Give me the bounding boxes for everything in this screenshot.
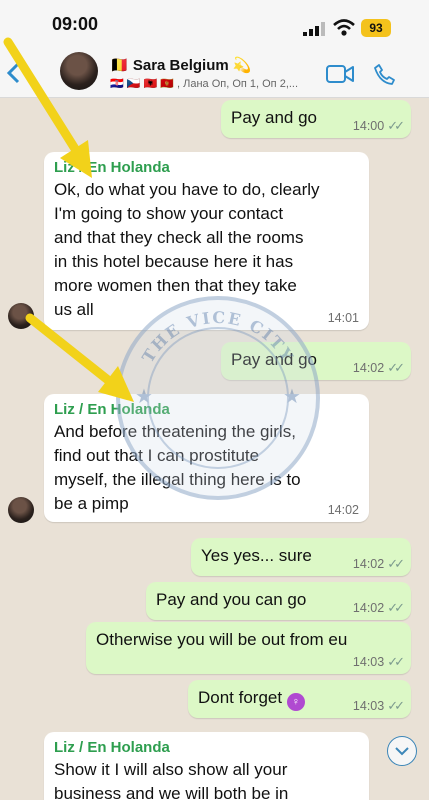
message-time: 14:03 ✓✓ (352, 654, 405, 670)
contact-subtitle[interactable]: 🇭🇷 🇨🇿 🇦🇱 🇲🇪 , Лана Оп, Оп 1, Оп 2,... (110, 77, 320, 90)
sender-avatar[interactable] (8, 497, 34, 523)
message-text: Pay and go (231, 108, 318, 127)
back-icon[interactable] (6, 62, 22, 84)
message-text: Otherwise you will be out from eu (96, 630, 348, 649)
chevron-down-icon (395, 746, 409, 755)
message-time: 14:02 ✓✓ (352, 600, 405, 616)
message-sender[interactable]: Liz / En Holanda (54, 738, 359, 758)
message-line: I'm going to show your contact (54, 204, 284, 223)
message-line: in this hotel because here it has (54, 252, 294, 271)
message-outgoing[interactable]: Dont forget ♀ 14:03 ✓✓ (188, 680, 411, 718)
shrug-emoji-icon: ♀ (286, 693, 305, 711)
contact-name[interactable]: 🇧🇪 Sara Belgium 💫 (110, 56, 252, 74)
wifi-icon (333, 19, 355, 36)
message-time: 14:02 ✓✓ (352, 360, 405, 376)
scroll-to-bottom-button[interactable] (387, 736, 417, 766)
message-incoming[interactable]: Liz / En Holanda Show it I will also sho… (44, 732, 369, 800)
message-time: 14:03 ✓✓ (352, 698, 405, 714)
message-line: business and we will both be in (54, 784, 289, 800)
message-outgoing[interactable]: Pay and you can go 14:02 ✓✓ (146, 582, 411, 620)
svg-text:★: ★ (283, 386, 301, 408)
message-outgoing[interactable]: Pay and go 14:00 ✓✓ (221, 100, 411, 138)
read-ticks-icon: ✓✓ (387, 698, 405, 713)
message-text: Yes yes... sure (201, 546, 312, 565)
read-ticks-icon: ✓✓ (387, 556, 405, 571)
watermark-seal: THE VICE CITY ★ ★ (116, 296, 320, 500)
chat-header: 🇧🇪 Sara Belgium 💫 🇭🇷 🇨🇿 🇦🇱 🇲🇪 , Лана Оп,… (0, 48, 429, 98)
message-text: Dont forget (198, 688, 283, 707)
message-text: Pay and you can go (156, 590, 307, 609)
read-ticks-icon: ✓✓ (387, 600, 405, 615)
read-ticks-icon: ✓✓ (387, 360, 405, 375)
message-time: 14:02 (327, 503, 359, 517)
read-ticks-icon: ✓✓ (387, 118, 405, 133)
svg-text:★: ★ (135, 386, 153, 408)
sender-avatar[interactable] (8, 303, 34, 329)
message-time: 14:00 ✓✓ (352, 118, 405, 134)
signal-icon (303, 22, 325, 36)
chat-area[interactable]: Pay and go 14:00 ✓✓ Liz / En Holanda Ok, … (0, 98, 429, 800)
contact-avatar[interactable] (60, 52, 98, 90)
status-bar: 09:00 93 (0, 0, 429, 48)
message-outgoing[interactable]: Yes yes... sure 14:02 ✓✓ (191, 538, 411, 576)
read-ticks-icon: ✓✓ (387, 654, 405, 669)
message-line: Show it I will also show all your (54, 760, 288, 779)
video-call-icon[interactable] (326, 65, 354, 83)
message-line: Ok, do what you have to do, clearly (54, 180, 320, 199)
message-time: 14:01 (327, 311, 359, 325)
message-outgoing[interactable]: Otherwise you will be out from eu 14:03 ✓… (86, 622, 411, 674)
status-time: 09:00 (52, 14, 99, 34)
message-sender[interactable]: Liz / En Holanda (54, 158, 359, 178)
battery-indicator: 93 (361, 19, 391, 37)
message-line: and that they check all the rooms (54, 228, 304, 247)
message-time: 14:02 ✓✓ (352, 556, 405, 572)
phone-call-icon[interactable] (374, 63, 396, 85)
